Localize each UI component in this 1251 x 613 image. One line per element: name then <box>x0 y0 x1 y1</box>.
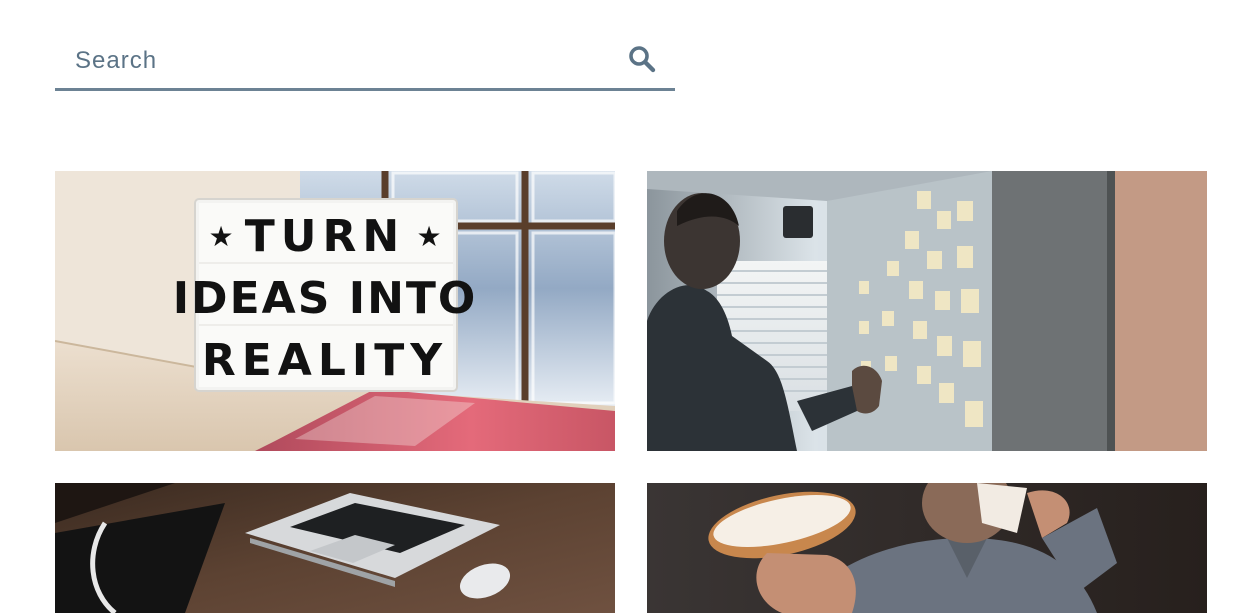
search-button[interactable] <box>627 44 657 74</box>
laptop-on-desk-photo <box>55 483 615 613</box>
post-card-3[interactable] <box>55 483 615 613</box>
sign-line-2: IDEAS INTO <box>173 273 478 324</box>
lightbox-sign-photo: ★ ★ TURN IDEAS INTO REALITY <box>55 171 615 451</box>
post-card-2[interactable] <box>647 171 1207 451</box>
post-card-4[interactable] <box>647 483 1207 613</box>
svg-text:★: ★ <box>208 220 233 253</box>
sign-line-1: TURN <box>245 211 405 262</box>
man-eating-bagel-photo <box>647 483 1207 613</box>
svg-text:★: ★ <box>416 220 441 253</box>
post-card-1[interactable]: ★ ★ TURN IDEAS INTO REALITY <box>55 171 615 451</box>
search-bar <box>55 30 675 91</box>
sign-line-3: REALITY <box>202 335 448 386</box>
page: ★ ★ TURN IDEAS INTO REALITY <box>0 0 1251 613</box>
man-at-sticky-note-wall-photo <box>647 171 1207 451</box>
search-icon <box>629 46 656 73</box>
search-input[interactable] <box>75 44 595 78</box>
